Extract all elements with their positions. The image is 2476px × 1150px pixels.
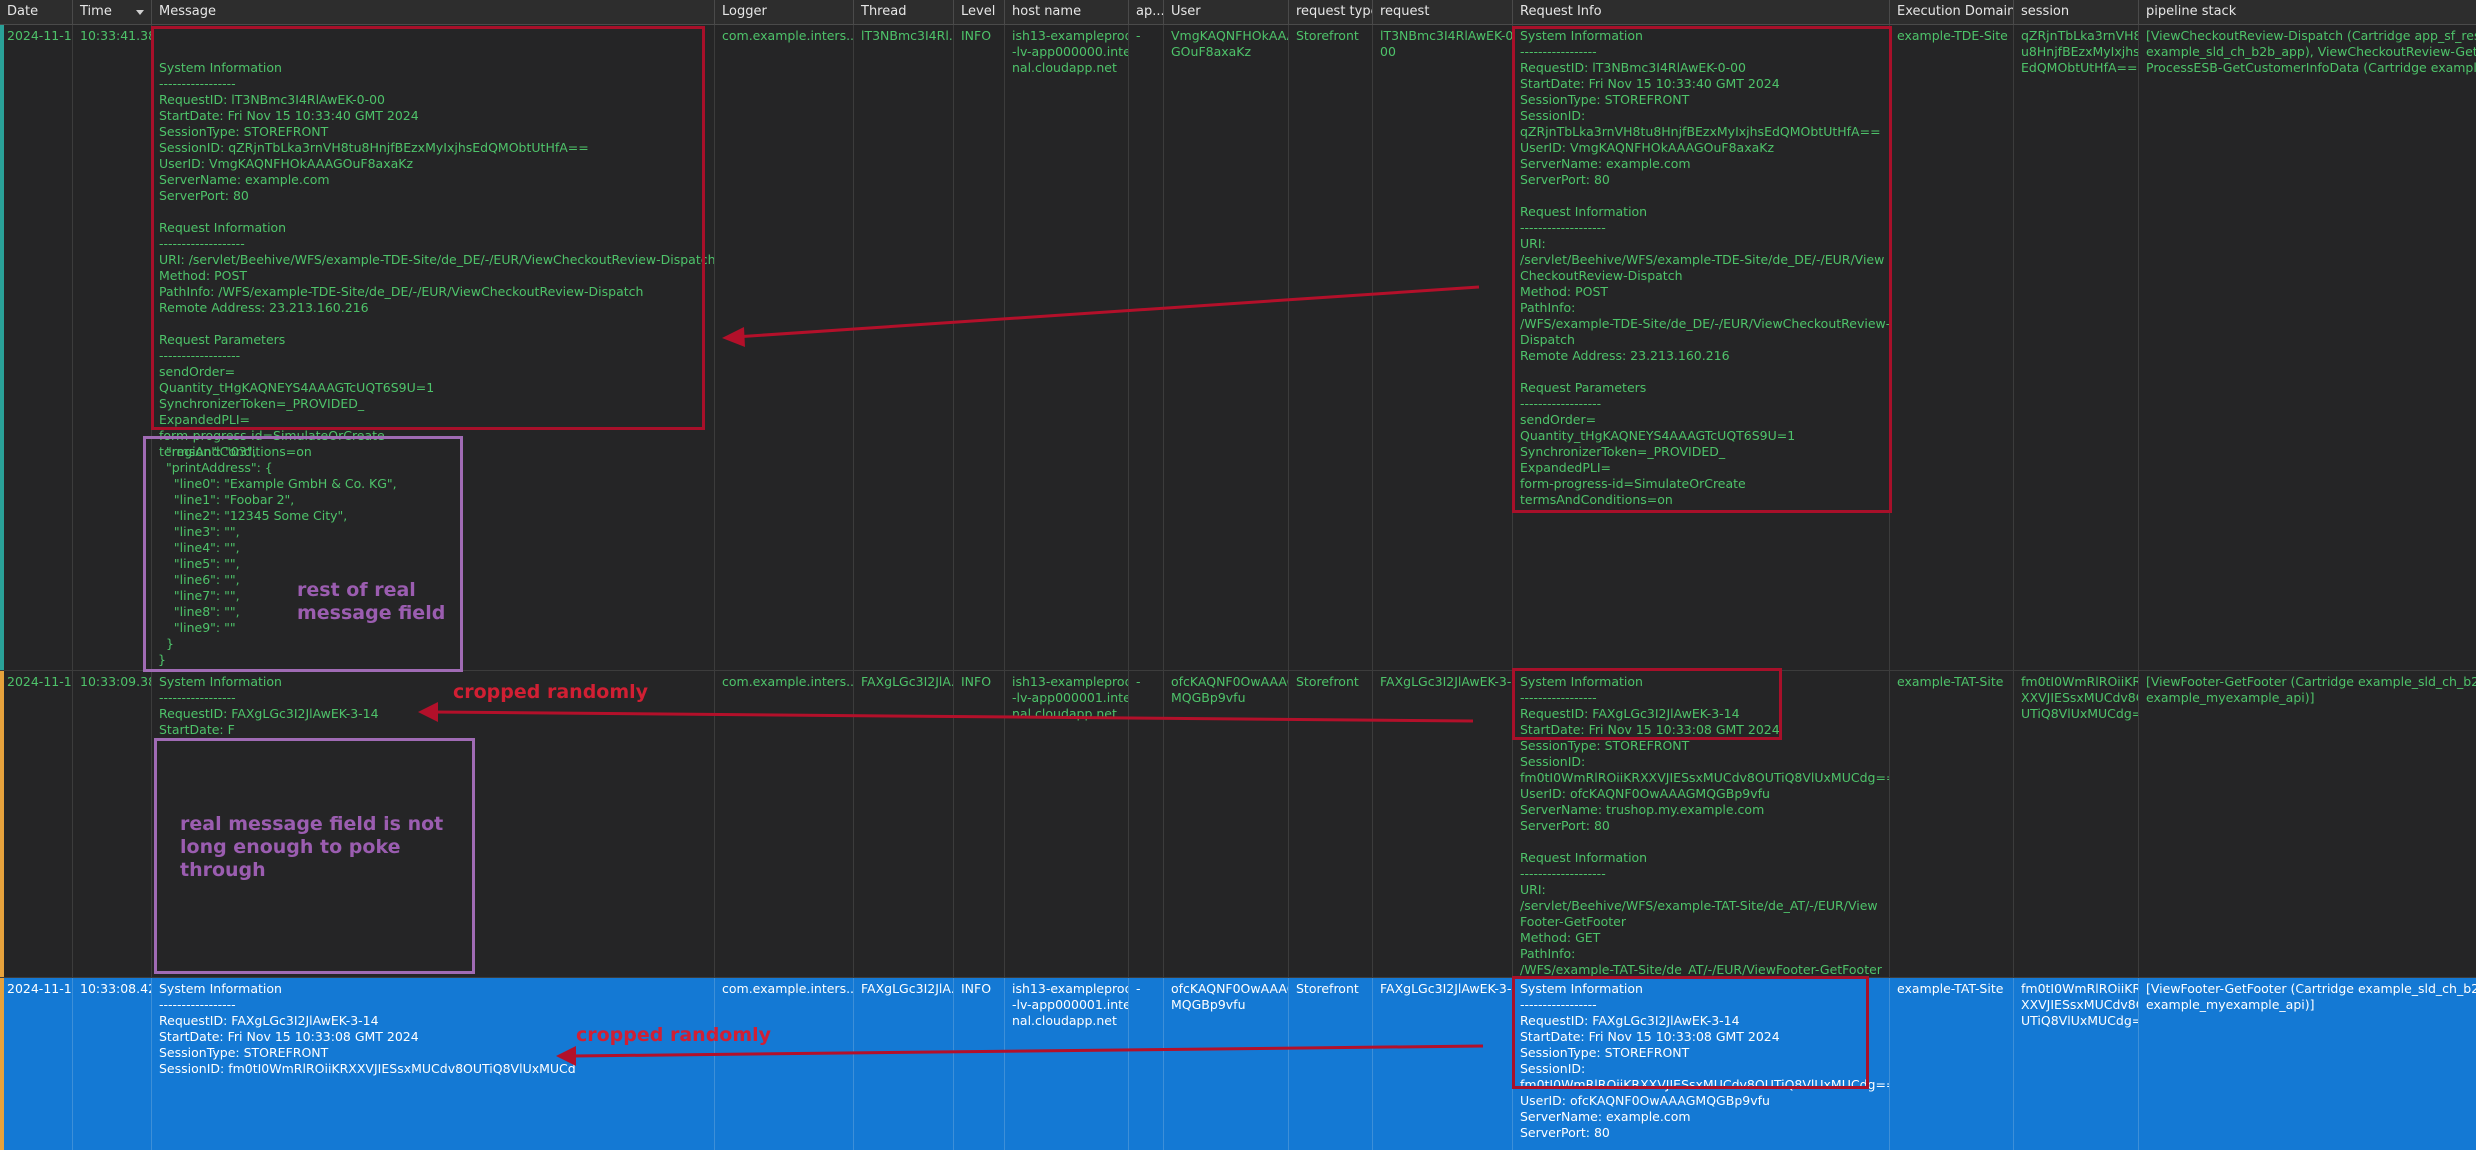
arrow-row3: [556, 1044, 1484, 1066]
log-grid: Date Time Message Logger Thread Level ho…: [0, 0, 2476, 1150]
arrow-row2: [418, 702, 1474, 723]
annotation-arrows: [418, 285, 1484, 1066]
arrow-row1: [722, 285, 1480, 347]
